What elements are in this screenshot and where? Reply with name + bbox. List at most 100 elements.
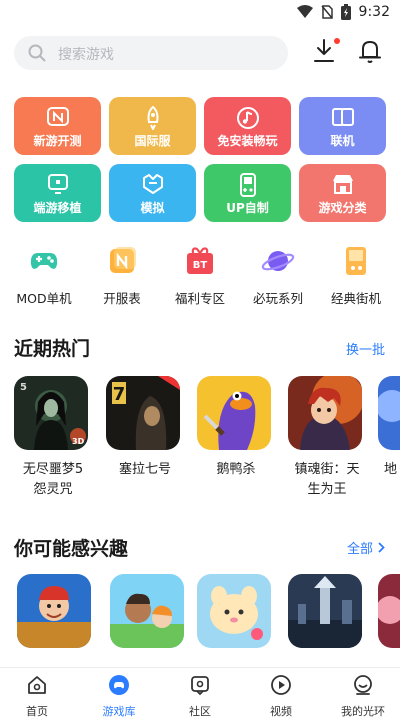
svg-text:7: 7 <box>113 384 126 405</box>
search-placeholder: 搜索游戏 <box>58 47 114 63</box>
section-title-interest: 你可能感兴趣 <box>14 538 129 560</box>
game-name: 镇魂街：天 生为王 <box>294 462 360 497</box>
rocket-icon <box>147 106 158 130</box>
quick-label: 福利专区 <box>174 291 225 306</box>
game-card[interactable]: 鹅鸭杀 <box>197 376 275 480</box>
game-name: 地 <box>384 462 398 477</box>
tile-label: 联机 <box>330 134 355 148</box>
gameboy-icon <box>239 173 256 197</box>
quick-server-list[interactable]: 开服表 <box>82 244 162 307</box>
game-card[interactable]: 镇魂街：天 生为王 <box>288 376 366 500</box>
game-card[interactable] <box>378 574 400 648</box>
quick-welfare-zone[interactable]: BT 福利专区 <box>160 244 240 307</box>
cute-pet-art <box>197 574 271 648</box>
quick-label: 必玩系列 <box>252 291 303 306</box>
no-sim-icon <box>320 5 333 19</box>
game-library-icon <box>109 675 129 695</box>
video-icon <box>271 675 291 695</box>
game-name: 鹅鸭杀 <box>216 462 256 477</box>
tab-community[interactable]: 社区 <box>160 674 240 717</box>
tab-label: 社区 <box>189 705 211 717</box>
shop-icon <box>332 175 353 194</box>
partial-art <box>378 376 400 450</box>
n-badge-icon <box>46 107 69 126</box>
notifications-button[interactable] <box>358 38 386 66</box>
bell-icon <box>359 41 381 63</box>
game-card[interactable]: 7 塞拉七号 <box>106 376 184 480</box>
planet-icon <box>261 251 295 271</box>
night-tower-art <box>288 574 362 648</box>
tile-label: UP自制 <box>226 201 269 215</box>
quick-links: MOD单机 开服表 BT 福利专区 必玩系列 经典街机 <box>0 244 400 306</box>
tile-label: 免安装畅玩 <box>217 134 278 148</box>
view-all-button[interactable]: 全部 <box>347 538 385 557</box>
tile-game-categories[interactable]: 游戏分类 <box>299 164 386 222</box>
horror-girl-art: 5 3D <box>14 376 88 450</box>
purple-goose-art <box>197 376 271 450</box>
search-icon <box>28 44 46 62</box>
subway-runner-art <box>17 574 91 648</box>
tab-label: 视频 <box>270 705 292 717</box>
download-button[interactable] <box>312 38 340 66</box>
game-card[interactable] <box>288 574 366 648</box>
svg-text:BT: BT <box>193 260 208 271</box>
quick-label: 开服表 <box>103 291 141 306</box>
game-card[interactable]: 地 <box>378 376 400 480</box>
quick-label: 经典街机 <box>330 291 381 306</box>
chevron-right-icon <box>378 542 385 553</box>
tile-international[interactable]: 国际服 <box>109 97 196 155</box>
tile-label: 新游开测 <box>33 134 82 148</box>
quick-label: MOD单机 <box>16 291 72 306</box>
game-card[interactable]: 5 3D 无尽噩梦5 怨灵咒 <box>14 376 92 500</box>
game-card[interactable] <box>17 574 95 648</box>
status-bar: 9:32 <box>0 0 400 26</box>
quick-must-play[interactable]: 必玩系列 <box>238 244 318 307</box>
search-input[interactable]: 搜索游戏 <box>14 36 288 70</box>
wifi-icon <box>296 5 313 18</box>
quick-mod-single[interactable]: MOD单机 <box>4 244 84 307</box>
arcade-icon <box>346 247 366 275</box>
server-list-icon <box>110 247 136 273</box>
tile-instant-play[interactable]: 免安装畅玩 <box>204 97 291 155</box>
partial-art-2 <box>378 574 400 648</box>
refresh-batch-button[interactable]: 换一批 <box>346 339 385 358</box>
kids-world-art <box>110 574 184 648</box>
game-card[interactable] <box>197 574 275 648</box>
svg-text:3D: 3D <box>72 437 85 446</box>
download-icon <box>314 39 334 62</box>
tile-label: 模拟 <box>140 201 165 215</box>
gamepad-icon <box>30 253 58 269</box>
cards-icon <box>331 108 354 126</box>
tab-my-halo[interactable]: 我的光环 <box>323 674 400 717</box>
svg-text:5: 5 <box>20 382 27 393</box>
tab-label: 我的光环 <box>341 705 385 717</box>
tile-pc-port[interactable]: 端游移植 <box>14 164 101 222</box>
hooded-man-art: 7 <box>106 376 180 450</box>
profile-icon <box>354 675 372 695</box>
game-name: 无尽噩梦5 怨灵咒 <box>22 462 84 497</box>
community-icon <box>191 676 209 696</box>
tab-home[interactable]: 首页 <box>0 674 77 717</box>
tile-up-made[interactable]: UP自制 <box>204 164 291 222</box>
tab-game-library[interactable]: 游戏库 <box>79 674 159 717</box>
search-row: 搜索游戏 <box>14 36 386 72</box>
bt-gift-icon: BT <box>187 247 213 274</box>
quick-classic-arcade[interactable]: 经典街机 <box>316 244 396 307</box>
game-name: 塞拉七号 <box>118 462 171 477</box>
notification-dot <box>334 38 340 44</box>
helmet-icon <box>142 174 163 194</box>
tile-new-game-test[interactable]: 新游开测 <box>14 97 101 155</box>
bottom-tab-bar: 首页 游戏库 社区 视频 我的光环 <box>0 667 400 717</box>
tab-video[interactable]: 视频 <box>241 674 321 717</box>
fire-warrior-art <box>288 376 362 450</box>
tab-label: 首页 <box>26 705 48 717</box>
tile-simulation[interactable]: 模拟 <box>109 164 196 222</box>
tile-online[interactable]: 联机 <box>299 97 386 155</box>
section-title-recent-hot: 近期热门 <box>14 338 91 360</box>
battery-icon <box>340 4 351 20</box>
game-card[interactable] <box>110 574 188 648</box>
tab-label: 游戏库 <box>102 705 136 717</box>
music-note-icon <box>236 107 259 129</box>
monitor-icon <box>47 174 68 194</box>
tile-label: 国际服 <box>134 134 171 148</box>
